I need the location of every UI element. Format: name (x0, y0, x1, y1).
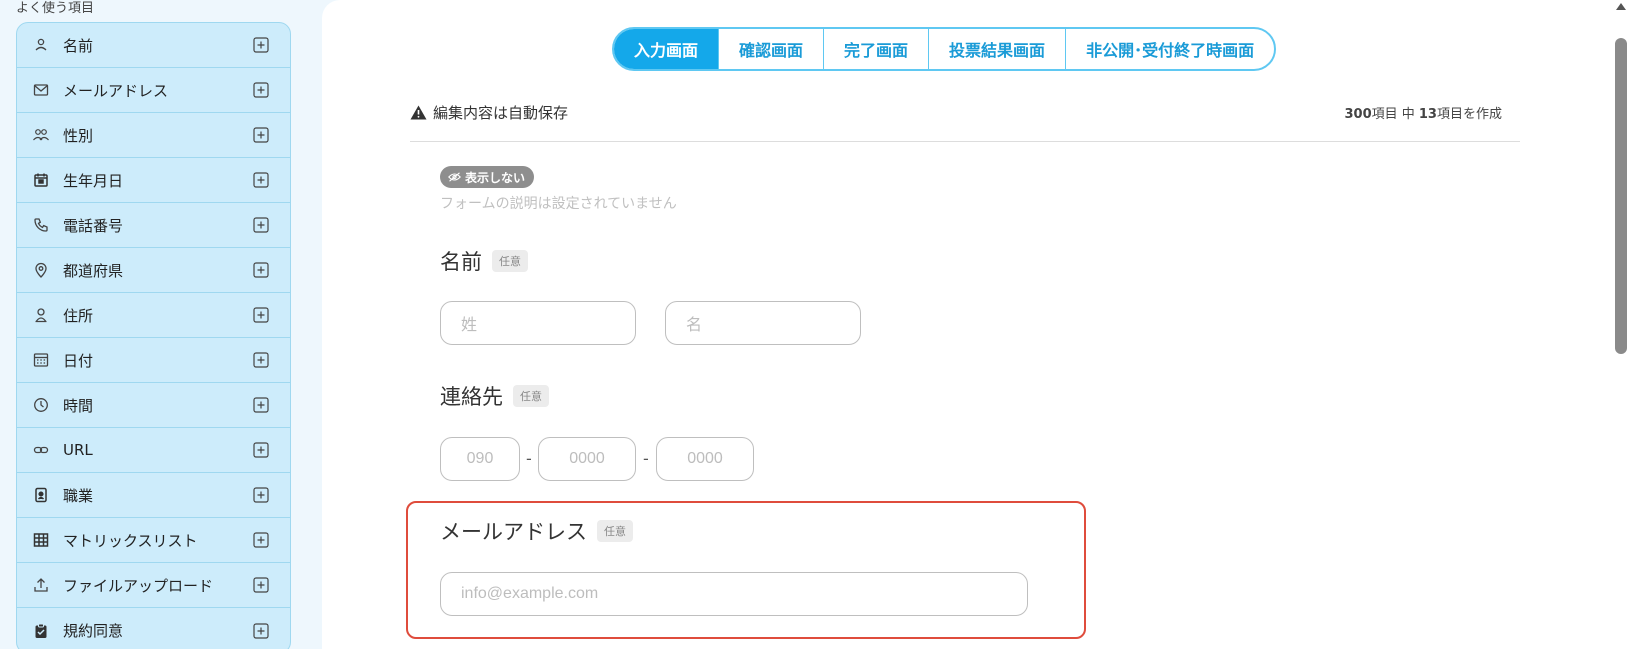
sidebar-item-label: ファイルアップロード (63, 576, 214, 595)
envelope-icon (31, 80, 51, 100)
tab-complete-screen[interactable]: 完了画面 (824, 29, 930, 69)
tab-input-screen[interactable]: 入力画面 (614, 29, 720, 69)
sidebar-item-address[interactable]: 住所 (17, 293, 290, 338)
scrollbar[interactable] (1610, 0, 1632, 649)
sidebar-item-matrix-list[interactable]: マトリックスリスト (17, 518, 290, 563)
contact-field-title: 連絡先 任意 (440, 381, 549, 411)
sidebar-item-terms-agreement[interactable]: 規約同意 (17, 608, 290, 649)
sidebar-item-label: マトリックスリスト (63, 531, 198, 550)
plus-square-icon[interactable] (252, 171, 270, 189)
visibility-badge[interactable]: 表示しない (440, 166, 535, 188)
plus-square-icon[interactable] (252, 81, 270, 99)
sidebar-item-phone[interactable]: 電話番号 (17, 203, 290, 248)
phone-separator: - (526, 449, 532, 468)
calendar-grid-icon (31, 350, 51, 370)
optional-badge: 任意 (492, 250, 528, 272)
person-icon (31, 35, 51, 55)
plus-square-icon[interactable] (252, 396, 270, 414)
clipboard-check-icon (31, 621, 51, 641)
sidebar-item-label: 住所 (63, 306, 94, 325)
plus-square-icon[interactable] (252, 261, 270, 279)
link-icon (31, 440, 51, 460)
sidebar-item-url[interactable]: URL (17, 428, 290, 473)
sidebar-item-name[interactable]: 名前 (17, 23, 290, 68)
plus-square-icon[interactable] (252, 486, 270, 504)
form-editor-panel: 入力画面 確認画面 完了画面 投票結果画面 非公開･受付終了時画面 編集内容は自… (322, 0, 1610, 649)
sidebar-item-label: メールアドレス (63, 81, 169, 100)
sidebar-item-label: 都道府県 (63, 261, 124, 280)
phone-separator: - (643, 449, 649, 468)
sidebar-item-label: 電話番号 (63, 216, 124, 235)
warning-icon (410, 105, 427, 120)
plus-square-icon[interactable] (252, 576, 270, 594)
sidebar-title: よく使う項目 (16, 1, 95, 16)
first-name-input[interactable]: 名 (665, 301, 861, 345)
people-icon (31, 125, 51, 145)
optional-badge: 任意 (597, 520, 633, 542)
upload-icon (31, 575, 51, 595)
plus-square-icon[interactable] (252, 306, 270, 324)
eye-off-icon (448, 172, 461, 182)
phone-part1-input[interactable]: 090 (440, 437, 520, 481)
tab-vote-result-screen[interactable]: 投票結果画面 (929, 29, 1067, 69)
plus-square-icon[interactable] (252, 351, 270, 369)
phone-part3-input[interactable]: 0000 (656, 437, 754, 481)
location-pin-icon (31, 260, 51, 280)
sidebar-item-birthday[interactable]: 生年月日 (17, 158, 290, 203)
email-input[interactable]: info@example.com (440, 572, 1028, 616)
clock-icon (31, 395, 51, 415)
tab-confirm-screen[interactable]: 確認画面 (719, 29, 825, 69)
scrollbar-thumb[interactable] (1615, 38, 1627, 354)
sidebar-item-prefecture[interactable]: 都道府県 (17, 248, 290, 293)
sidebar-item-label: 規約同意 (63, 622, 124, 640)
item-count-made: 13 (1418, 107, 1437, 122)
sidebar-item-label: 名前 (63, 36, 94, 55)
last-name-input[interactable]: 姓 (440, 301, 636, 345)
tab-closed-screen[interactable]: 非公開･受付終了時画面 (1066, 29, 1274, 69)
scroll-up-arrow-icon[interactable] (1616, 3, 1626, 10)
item-count: 300項目 中 13項目を作成 (1344, 103, 1502, 122)
sidebar-item-email[interactable]: メールアドレス (17, 68, 290, 113)
sidebar-item-date[interactable]: 日付 (17, 338, 290, 383)
item-count-suffix: 項目を作成 (1436, 107, 1502, 122)
sidebar-item-label: 性別 (63, 126, 94, 145)
plus-square-icon[interactable] (252, 126, 270, 144)
sidebar-item-label: 時間 (63, 396, 94, 415)
sidebar-item-label: 日付 (63, 351, 94, 370)
screen-tabs: 入力画面 確認画面 完了画面 投票結果画面 非公開･受付終了時画面 (612, 27, 1277, 71)
email-field-title: メールアドレス 任意 (440, 516, 633, 546)
id-badge-icon (31, 485, 51, 505)
sidebar-item-time[interactable]: 時間 (17, 383, 290, 428)
name-field-label: 名前 (440, 250, 482, 274)
name-field-title: 名前 任意 (440, 246, 528, 276)
plus-square-icon[interactable] (252, 622, 270, 640)
phone-part2-input[interactable]: 0000 (538, 437, 636, 481)
sidebar-list: 名前 メールアドレス 性別 生年月日 電話番号 都道府県 住所 日付 時間 UR… (16, 22, 291, 649)
visibility-badge-text: 表示しない (465, 170, 526, 185)
sidebar-item-label: 職業 (63, 486, 94, 505)
optional-badge: 任意 (513, 385, 549, 407)
sidebar: よく使う項目 名前 メールアドレス 性別 生年月日 電話番号 都道府県 住所 日… (0, 0, 320, 649)
sidebar-item-label: URL (63, 441, 93, 459)
phone-icon (31, 215, 51, 235)
plus-square-icon[interactable] (252, 441, 270, 459)
contact-field-label: 連絡先 (440, 385, 503, 409)
email-field-label: メールアドレス (440, 520, 587, 544)
table-icon (31, 530, 51, 550)
sidebar-item-occupation[interactable]: 職業 (17, 473, 290, 518)
plus-square-icon[interactable] (252, 216, 270, 234)
sidebar-item-file-upload[interactable]: ファイルアップロード (17, 563, 290, 608)
autosave-text: 編集内容は自動保存 (433, 104, 569, 122)
item-count-total: 300 (1344, 107, 1372, 122)
sidebar-item-label: 生年月日 (63, 171, 124, 190)
header-divider (410, 141, 1520, 142)
plus-square-icon[interactable] (252, 531, 270, 549)
plus-square-icon[interactable] (252, 36, 270, 54)
calendar-icon (31, 170, 51, 190)
item-count-mid: 項目 中 (1371, 107, 1419, 122)
address-person-icon (31, 305, 51, 325)
form-description[interactable]: フォームの説明は設定されていません (440, 193, 677, 213)
autosave-notice: 編集内容は自動保存 (410, 102, 568, 123)
sidebar-item-gender[interactable]: 性別 (17, 113, 290, 158)
